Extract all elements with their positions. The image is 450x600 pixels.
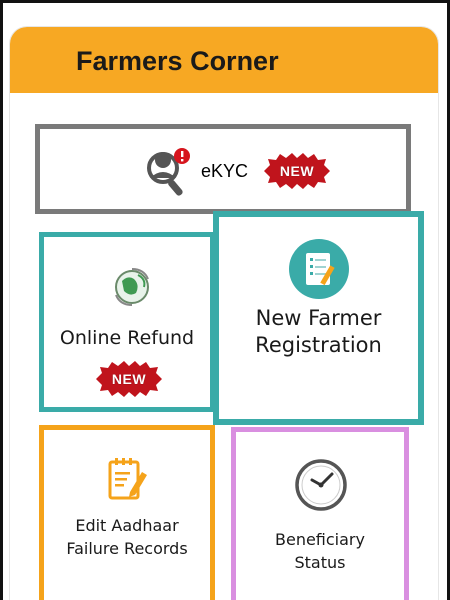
ekyc-label: eKYC (201, 161, 249, 181)
online-refund-label: Online Refund (59, 327, 195, 349)
new-badge-text: NEW (111, 371, 147, 387)
clock-icon (294, 458, 348, 512)
new-badge: NEW (262, 151, 332, 191)
edit-aadhaar-failure-records-tile[interactable]: Edit Aadhaar Failure Records (39, 425, 215, 600)
label-line-1: Beneficiary (275, 530, 365, 549)
label-line-1: Edit Aadhaar (75, 516, 179, 535)
label-line-2: Registration (255, 333, 382, 357)
panel-title: Farmers Corner (76, 46, 279, 76)
user-search-alert-icon (146, 146, 192, 198)
panel-header: Farmers Corner (10, 27, 438, 93)
refund-globe-icon (110, 265, 154, 309)
ekyc-tile[interactable]: eKYC NEW (35, 124, 411, 214)
label-line-2: Status (294, 553, 346, 572)
edit-aadhaar-label: Edit Aadhaar Failure Records (44, 514, 210, 560)
label-line-2: Failure Records (66, 539, 188, 558)
online-refund-tile[interactable]: Online Refund NEW (39, 232, 215, 412)
new-farmer-registration-tile[interactable]: New Farmer Registration (213, 211, 424, 425)
edit-document-icon (104, 456, 150, 502)
new-badge: NEW (94, 359, 164, 399)
new-farmer-registration-label: New Farmer Registration (219, 305, 418, 359)
registration-form-icon (289, 239, 349, 299)
beneficiary-status-tile[interactable]: Beneficiary Status (231, 427, 409, 600)
new-badge-text: NEW (279, 163, 315, 179)
beneficiary-status-label: Beneficiary Status (236, 528, 404, 574)
label-line-1: New Farmer (255, 306, 382, 330)
